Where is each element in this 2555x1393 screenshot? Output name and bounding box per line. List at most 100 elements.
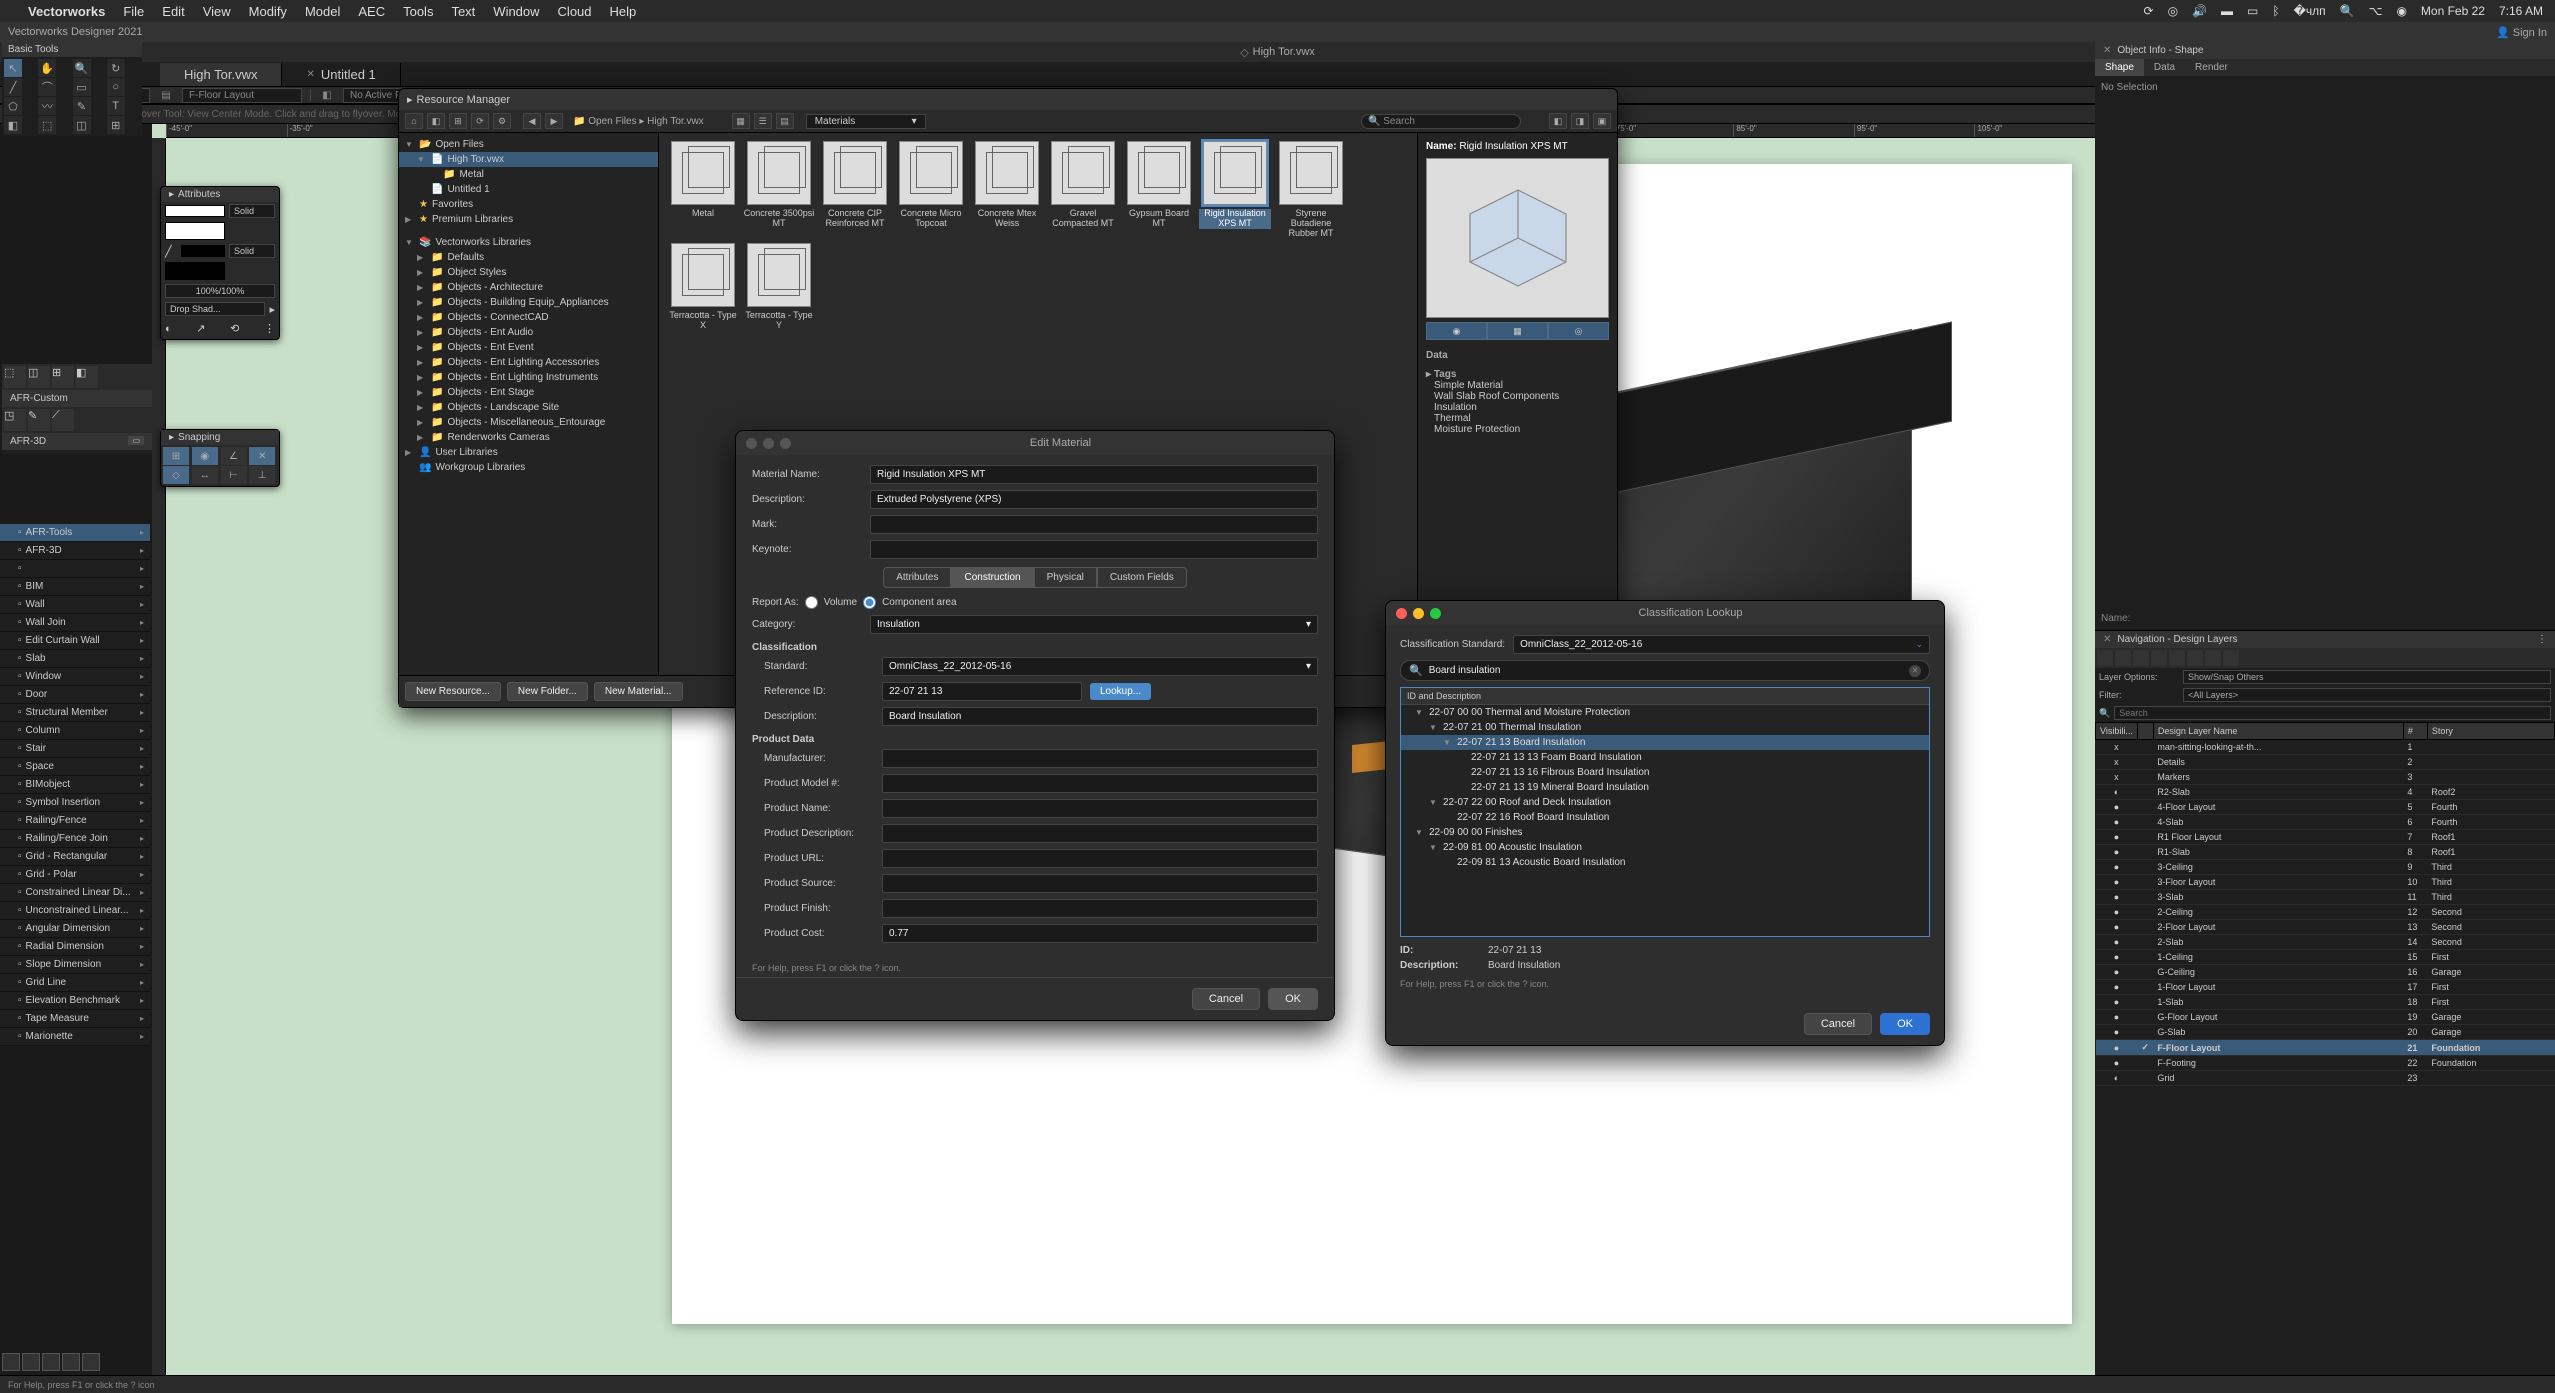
classification-lookup-dialog[interactable]: Classification Lookup Classification Sta…: [1385, 600, 1945, 1046]
rm-view-icon[interactable]: ▤: [776, 113, 794, 129]
close-icon[interactable]: ✕: [2103, 634, 2111, 645]
layer-row[interactable]: ●G-Slab20Garage: [2096, 1025, 2555, 1040]
toolset-item[interactable]: ▫Grid - Rectangular▸: [0, 848, 150, 866]
status-time[interactable]: 7:16 AM: [2499, 4, 2543, 18]
doc-tab-hightor[interactable]: High Tor.vwx: [160, 63, 282, 86]
tab-data[interactable]: Data: [2144, 59, 2185, 76]
bc-file[interactable]: High Tor.vwx: [647, 116, 704, 127]
rm-preview-toggle-icon[interactable]: ◧: [1549, 113, 1567, 129]
fill-swatch[interactable]: [165, 205, 225, 217]
product-finish-input[interactable]: [882, 899, 1318, 918]
layer-row[interactable]: ●2-Slab14Second: [2096, 935, 2555, 950]
status-flag-icon[interactable]: ▬: [2221, 4, 2233, 18]
rm-back-icon[interactable]: ◀: [523, 113, 541, 129]
classification-node[interactable]: 22-07 21 13 19 Mineral Board Insulation: [1401, 780, 1929, 795]
afr-3d-label[interactable]: AFR-3D: [10, 436, 46, 447]
toolset-item[interactable]: ▫Radial Dimension▸: [0, 938, 150, 956]
material-thumbnail[interactable]: Styrene Butadiene Rubber MT: [1275, 141, 1347, 239]
classification-node[interactable]: 22-07 22 16 Roof Board Insulation: [1401, 810, 1929, 825]
material-thumbnail[interactable]: Terracotta - Type X: [667, 243, 739, 331]
toolset-item[interactable]: ▫Railing/Fence▸: [0, 812, 150, 830]
afr-3d-tool-icon[interactable]: ✎: [28, 409, 50, 431]
chevron-icon[interactable]: ▸: [269, 303, 275, 316]
product-desc-input[interactable]: [882, 824, 1318, 843]
toolset-item[interactable]: ▫Structural Member▸: [0, 704, 150, 722]
tree-folder[interactable]: ▶📁Defaults: [399, 250, 658, 265]
tree-folder[interactable]: ▶📁Objects - Architecture: [399, 280, 658, 295]
attr-icon[interactable]: ⋮: [264, 322, 275, 335]
layer-table[interactable]: Visibili... Design Layer Name # Story xm…: [2095, 722, 2555, 1375]
layer-row[interactable]: ●3-Slab11Third: [2096, 890, 2555, 905]
toolset-item[interactable]: ▫Grid - Polar▸: [0, 866, 150, 884]
layer-options-dropdown[interactable]: Show/Snap Others: [2183, 670, 2551, 684]
dock-icon[interactable]: [22, 1353, 40, 1371]
snap-tangent-icon[interactable]: ⊥: [249, 466, 275, 484]
close-icon[interactable]: ✕: [2103, 45, 2111, 56]
tree-file-untitled[interactable]: 📄Untitled 1: [399, 182, 658, 197]
traffic-min-icon[interactable]: [763, 438, 774, 449]
rm-refresh-icon[interactable]: ⟳: [471, 113, 489, 129]
material-thumbnail[interactable]: Concrete Mtex Weiss: [971, 141, 1043, 239]
tab-attributes[interactable]: Attributes: [883, 567, 951, 588]
toolset-item[interactable]: ▫Angular Dimension▸: [0, 920, 150, 938]
rm-preview-toggle-icon[interactable]: ◨: [1571, 113, 1589, 129]
nav-btn-icon[interactable]: [2223, 650, 2239, 666]
rm-tree[interactable]: ▼📂Open Files ▼📄High Tor.vwx 📁Metal 📄Unti…: [399, 133, 659, 675]
layer-row[interactable]: ●4-Slab6Fourth: [2096, 815, 2555, 830]
tab-physical[interactable]: Physical: [1034, 567, 1097, 588]
selection-tool[interactable]: ↖: [4, 59, 22, 77]
status-control-icon[interactable]: ⌥: [2369, 4, 2383, 18]
toolset-item[interactable]: ▫▸: [0, 560, 150, 578]
polyline-tool[interactable]: 〰: [38, 97, 56, 115]
close-icon[interactable]: ✕: [306, 69, 314, 80]
layer-icon[interactable]: ▤: [158, 87, 174, 103]
fill-color-swatch[interactable]: [165, 222, 225, 240]
layer-search-input[interactable]: [2114, 706, 2551, 720]
nav-btn-icon[interactable]: [2205, 650, 2221, 666]
new-material-button[interactable]: New Material...: [594, 682, 683, 701]
layer-row[interactable]: ●F-Footing22Foundation: [2096, 1056, 2555, 1071]
attributes-palette[interactable]: ▸Attributes Solid ╱Solid 100%/100% Drop …: [160, 186, 280, 340]
zoom-tool[interactable]: 🔍: [73, 59, 91, 77]
tree-folder-metal[interactable]: 📁Metal: [399, 167, 658, 182]
flyover-tool[interactable]: ↻: [107, 59, 125, 77]
toolset-item[interactable]: ▫Constrained Linear Di...▸: [0, 884, 150, 902]
snapping-palette[interactable]: ▸Snapping ⊞ ◉ ∠ ✕ ◇ ↔ ⊢ ⊥: [160, 429, 280, 487]
attr-icon[interactable]: ↗: [196, 322, 205, 335]
dock-icon[interactable]: [82, 1353, 100, 1371]
toolset-item[interactable]: ▫Slab▸: [0, 650, 150, 668]
tool-icon[interactable]: ⬚: [38, 116, 56, 134]
tab-custom-fields[interactable]: Custom Fields: [1097, 567, 1187, 588]
tree-folder[interactable]: ▶📁Objects - Ent Lighting Accessories: [399, 355, 658, 370]
snap-grid-icon[interactable]: ⊞: [163, 447, 189, 465]
traffic-close-icon[interactable]: [1396, 608, 1407, 619]
edit-material-dialog[interactable]: Edit Material Material Name: Description…: [735, 430, 1335, 1021]
col-layer-name[interactable]: Design Layer Name: [2153, 723, 2403, 740]
tree-vw-libraries[interactable]: ▼📚Vectorworks Libraries: [399, 235, 658, 250]
layer-row[interactable]: ●✓F-Floor Layout21Foundation: [2096, 1040, 2555, 1056]
layer-row[interactable]: ◐R2-Slab4Roof2: [2096, 785, 2555, 800]
afr-tool-icon[interactable]: ◧: [76, 366, 98, 388]
toolset-item[interactable]: ▫Edit Curtain Wall▸: [0, 632, 150, 650]
menu-window[interactable]: Window: [493, 4, 539, 19]
pen-color-swatch[interactable]: [165, 262, 225, 280]
menu-aec[interactable]: AEC: [358, 4, 385, 19]
status-date[interactable]: Mon Feb 22: [2421, 4, 2485, 18]
menu-modify[interactable]: Modify: [249, 4, 287, 19]
tree-folder[interactable]: ▶📁Objects - Building Equip_Appliances: [399, 295, 658, 310]
material-thumbnail[interactable]: Concrete CIP Reinforced MT: [819, 141, 891, 239]
report-volume-radio[interactable]: [805, 596, 818, 609]
tab-construction[interactable]: Construction: [951, 567, 1033, 588]
pen-style-dropdown[interactable]: Solid: [229, 244, 275, 258]
layer-row[interactable]: ●1-Slab18First: [2096, 995, 2555, 1010]
layer-row[interactable]: xman-sitting-looking-at-th...1: [2096, 740, 2555, 755]
rm-fwd-icon[interactable]: ▶: [545, 113, 563, 129]
toolset-item[interactable]: ▫Window▸: [0, 668, 150, 686]
classification-node[interactable]: ▼22-07 22 00 Roof and Deck Insulation: [1401, 795, 1929, 810]
menu-cloud[interactable]: Cloud: [558, 4, 592, 19]
product-name-input[interactable]: [882, 799, 1318, 818]
col-number[interactable]: #: [2403, 723, 2427, 740]
circle-tool[interactable]: ○: [107, 78, 125, 96]
tree-folder[interactable]: ▶📁Object Styles: [399, 265, 658, 280]
afr-tool-icon[interactable]: ⬚: [4, 366, 26, 388]
